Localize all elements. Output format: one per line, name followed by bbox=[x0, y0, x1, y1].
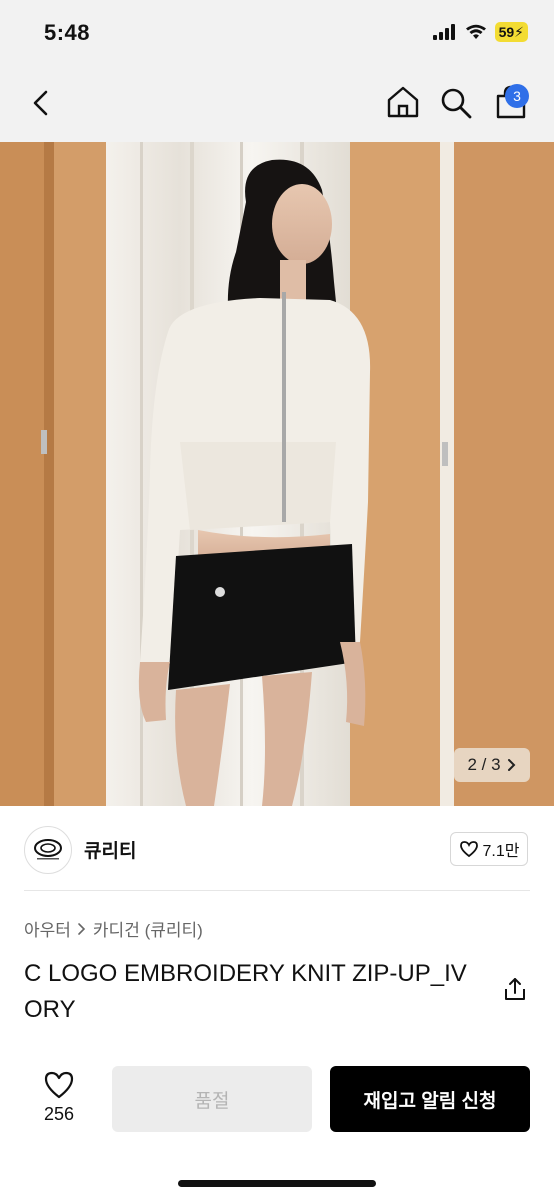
top-navigation bbox=[0, 64, 554, 142]
breadcrumb-subcategory[interactable]: 카디건 (큐리티) bbox=[93, 916, 203, 941]
product-photo bbox=[0, 142, 554, 806]
home-icon[interactable] bbox=[385, 84, 421, 120]
image-page-text: 2 / 3 bbox=[467, 755, 501, 774]
share-icon[interactable] bbox=[502, 976, 528, 1002]
bottom-action-bar: 256 품절 재입고 알림 신청 bbox=[0, 1058, 554, 1148]
brand-name[interactable]: 큐리티 bbox=[84, 836, 136, 863]
heart-icon bbox=[459, 841, 478, 858]
status-time: 5:48 bbox=[44, 20, 91, 45]
sold-out-button[interactable]: 품절 bbox=[112, 1066, 312, 1132]
brand-logo[interactable] bbox=[24, 826, 72, 874]
breadcrumb-category[interactable]: 아우터 bbox=[24, 916, 71, 941]
breadcrumb: 아우터 카디건 (큐리티) bbox=[24, 916, 203, 941]
back-icon[interactable] bbox=[24, 86, 58, 120]
restock-alert-button[interactable]: 재입고 알림 신청 bbox=[330, 1066, 530, 1132]
battery-indicator: 59⚡ bbox=[494, 22, 528, 42]
status-bar: 5:48 59⚡ bbox=[0, 0, 554, 64]
brand-like-button[interactable]: 7.1만 bbox=[450, 832, 528, 866]
brand-logo-mark bbox=[34, 839, 62, 860]
cart-count-badge: 3 bbox=[505, 84, 529, 108]
search-icon[interactable] bbox=[439, 86, 473, 120]
home-indicator bbox=[178, 1180, 376, 1187]
status-indicators: 59⚡ bbox=[432, 22, 528, 42]
signal-icon bbox=[432, 24, 455, 40]
divider bbox=[24, 890, 530, 891]
chevron-right-icon bbox=[507, 759, 515, 771]
wishlist-count: 256 bbox=[43, 1104, 75, 1124]
product-image[interactable]: 2 / 3 bbox=[0, 142, 554, 806]
chevron-right-icon bbox=[78, 922, 86, 935]
heart-icon[interactable] bbox=[43, 1070, 75, 1100]
product-title: C LOGO EMBROIDERY KNIT ZIP-UP_IVORY bbox=[24, 960, 467, 1023]
brand-like-count: 7.1만 bbox=[482, 843, 520, 860]
wifi-icon bbox=[465, 24, 486, 39]
image-page-counter[interactable]: 2 / 3 bbox=[454, 748, 530, 782]
brand-row[interactable]: 큐리티 7.1만 bbox=[0, 820, 554, 882]
